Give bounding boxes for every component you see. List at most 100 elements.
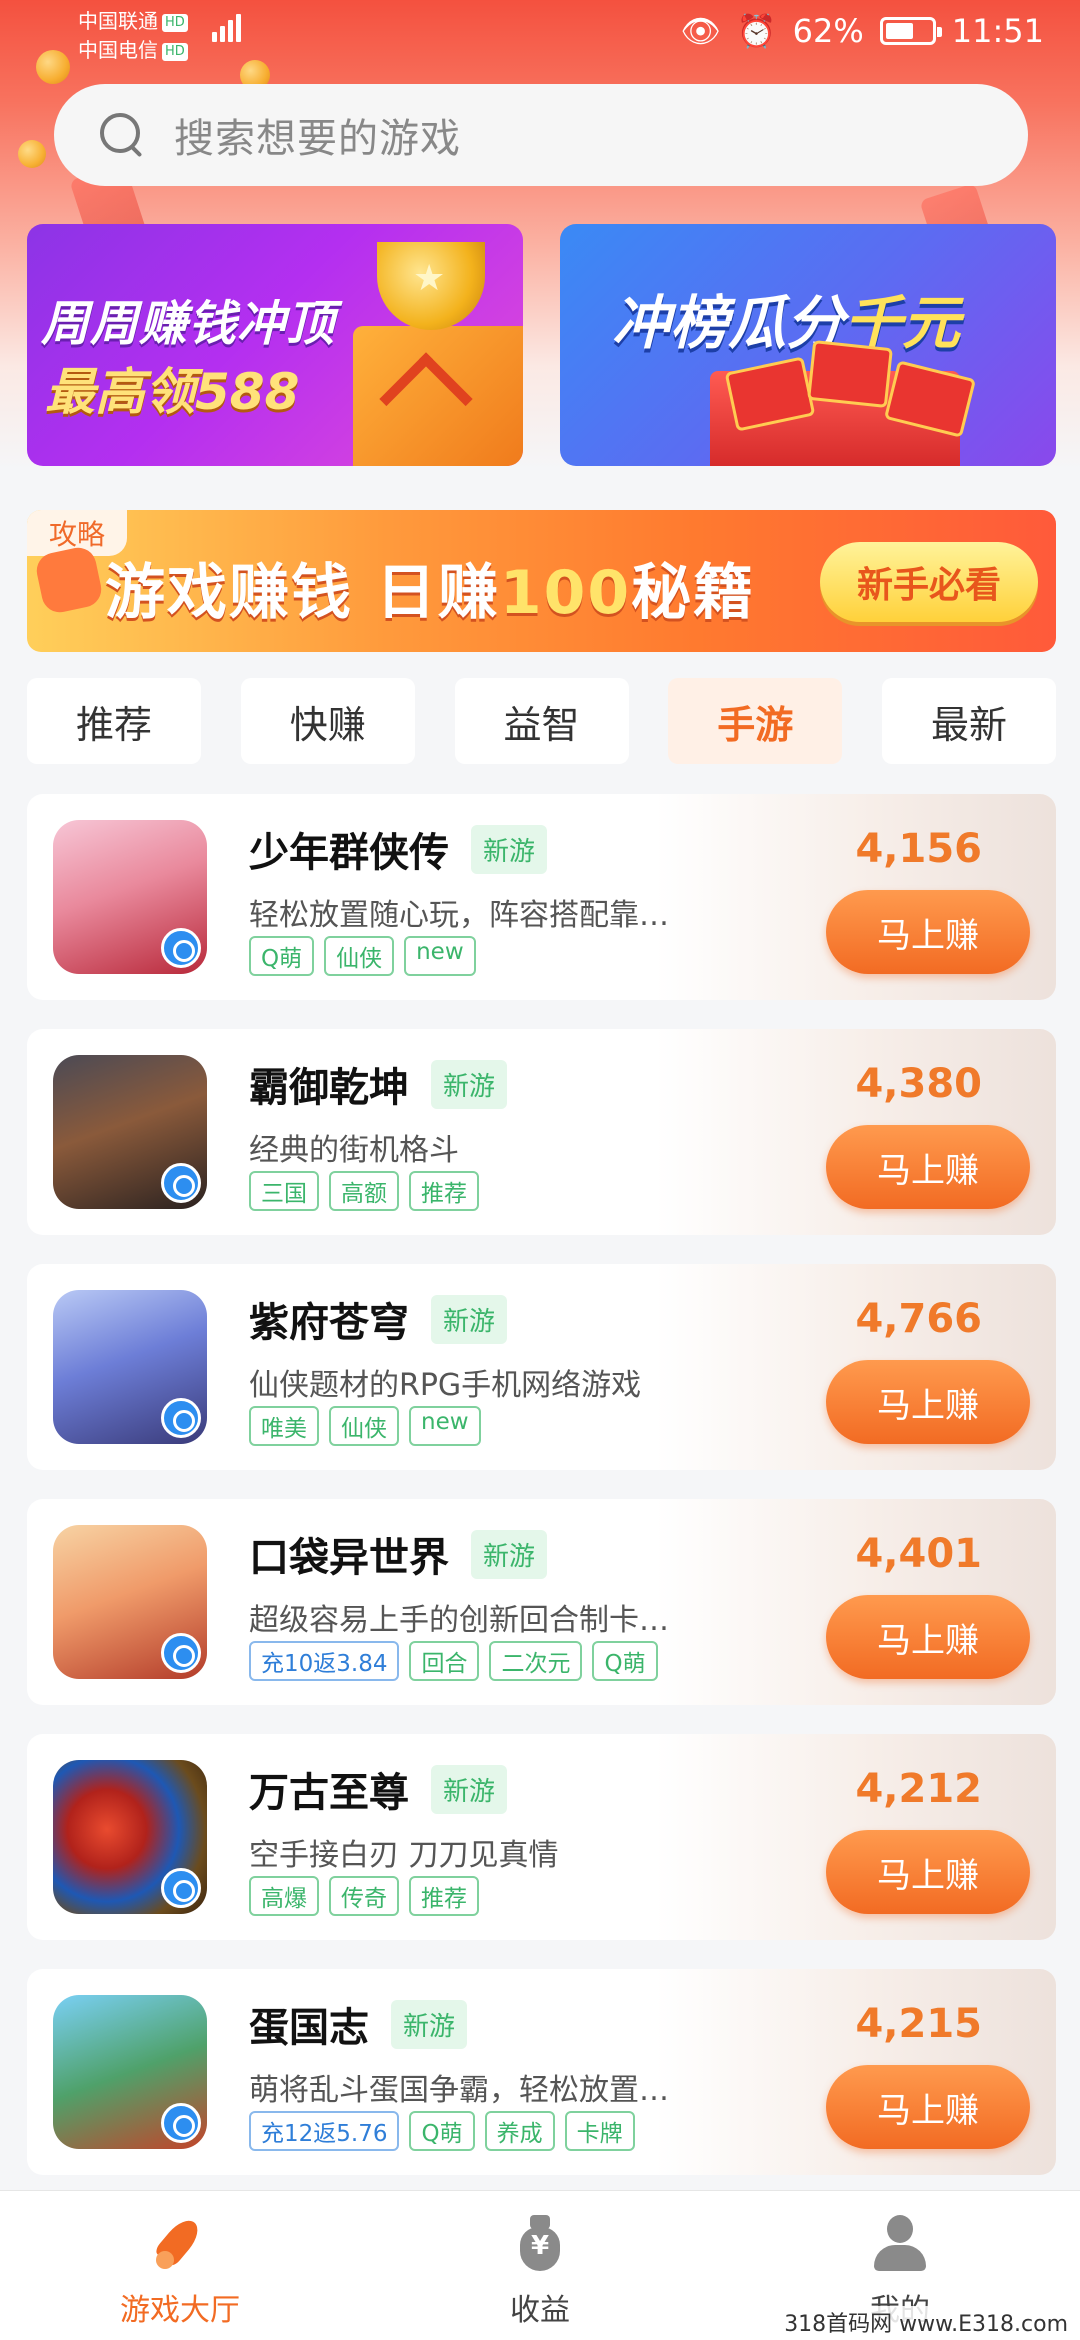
search-placeholder: 搜索想要的游戏 [174, 116, 461, 162]
battery-icon [879, 17, 942, 45]
game-tag: 推荐 [409, 1171, 479, 1211]
strategy-title: 游戏赚钱 日赚100秘籍 [105, 558, 756, 628]
battery-fill [885, 23, 914, 39]
game-tags: 充10返3.84 回合 二次元 Q萌 [249, 1641, 658, 1681]
leaderboard-banner[interactable]: 冲榜瓜分千元 [560, 224, 1056, 466]
game-icon[interactable] [53, 1290, 207, 1444]
clock: 11:51 [951, 12, 1044, 50]
banner-title: 冲榜瓜分千元 [612, 289, 961, 357]
category-tabs: 推荐 快赚 益智 手游 最新 [27, 678, 1056, 764]
game-tag: 高爆 [249, 1876, 319, 1916]
game-tags: 高爆 传奇 推荐 [249, 1876, 479, 1916]
new-game-badge: 新游 [471, 825, 548, 874]
game-name: 霸御乾坤 新游 [249, 1055, 508, 1113]
game-description: 轻松放置随心玩，阵容搭配靠… [249, 898, 669, 933]
money-bag-icon [510, 2213, 570, 2273]
platform-badge-icon [161, 928, 201, 968]
weekly-earn-banner[interactable]: 周周赚钱冲顶 最高领588 ★ [27, 224, 523, 466]
game-icon[interactable] [53, 1525, 207, 1679]
tab-2[interactable]: 益智 [454, 678, 629, 764]
nav-item-0[interactable]: 游戏大厅 [0, 2191, 360, 2340]
game-icon[interactable] [53, 1760, 207, 1914]
game-reward: 4,401 [855, 1531, 982, 1577]
game-card[interactable]: 少年群侠传 新游 轻松放置随心玩，阵容搭配靠… Q萌 仙侠 new 4,156 马上赚 [27, 794, 1056, 1000]
new-game-badge: 新游 [471, 1530, 548, 1579]
game-reward: 4,215 [855, 2001, 982, 2047]
earn-now-button[interactable]: 马上赚 [826, 1360, 1030, 1444]
game-name: 蛋国志 新游 [249, 1995, 468, 2053]
game-card[interactable]: 万古至尊 新游 空手接白刃 刀刀见真情 高爆 传奇 推荐 4,212 马上赚 [27, 1734, 1056, 1940]
gift-box-decoration [353, 326, 523, 466]
strategy-banner[interactable]: 攻略 游戏赚钱 日赚100秘籍 新手必看 [27, 510, 1056, 652]
earn-now-button[interactable]: 马上赚 [826, 1595, 1030, 1679]
tab-0[interactable]: 推荐 [27, 678, 201, 764]
coin-decoration [18, 140, 46, 168]
red-envelope-decoration [807, 339, 893, 409]
game-reward: 4,212 [855, 1766, 982, 1812]
alarm-icon: ⏰ [736, 12, 777, 50]
game-tag: 唯美 [249, 1406, 319, 1446]
game-description: 仙侠题材的RPG手机网络游戏 [249, 1368, 642, 1403]
game-reward: 4,766 [855, 1296, 982, 1342]
status-right: 👁 ⏰ 62% 11:51 [680, 12, 1044, 50]
platform-badge-icon [161, 2103, 201, 2143]
game-tag: 仙侠 [324, 936, 395, 976]
game-reward: 4,380 [855, 1061, 982, 1107]
person-icon [870, 2213, 930, 2273]
game-name: 万古至尊 新游 [249, 1760, 508, 1818]
tab-3[interactable]: 手游 [668, 678, 843, 764]
game-name: 少年群侠传 新游 [249, 820, 548, 878]
nav-item-1[interactable]: 收益 [360, 2191, 720, 2340]
game-tag: 推荐 [409, 1876, 479, 1916]
search-bar[interactable]: 搜索想要的游戏 [54, 84, 1028, 186]
game-tags: Q萌 仙侠 new [249, 936, 476, 976]
game-reward: 4,156 [855, 826, 982, 872]
new-game-badge: 新游 [431, 1060, 508, 1109]
game-tags: 三国 高额 推荐 [249, 1171, 479, 1211]
earn-now-button[interactable]: 马上赚 [826, 890, 1030, 974]
game-icon[interactable] [53, 1055, 207, 1209]
game-tag: 高额 [329, 1171, 399, 1211]
game-tag: 充10返3.84 [249, 1641, 400, 1681]
game-tag: 充12返5.76 [249, 2111, 400, 2151]
trophy-icon: ★ [377, 242, 485, 330]
game-name: 紫府苍穹 新游 [249, 1290, 508, 1348]
earn-now-button[interactable]: 马上赚 [826, 1125, 1030, 1209]
game-tags: 唯美 仙侠 new [249, 1406, 481, 1446]
platform-badge-icon [161, 1163, 201, 1203]
game-tag: 三国 [249, 1171, 319, 1211]
game-icon[interactable] [53, 820, 207, 974]
platform-badge-icon [161, 1398, 201, 1438]
game-list: 少年群侠传 新游 轻松放置随心玩，阵容搭配靠… Q萌 仙侠 new 4,156 马上赚… [27, 794, 1056, 2204]
game-icon[interactable] [53, 1995, 207, 2149]
eye-icon: 👁 [680, 12, 721, 50]
game-tag: 传奇 [329, 1876, 399, 1916]
game-description: 超级容易上手的创新回合制卡… [249, 1603, 669, 1638]
carrier-2: 中国电信 HD [78, 38, 188, 62]
battery-percent: 62% [792, 12, 864, 50]
game-description: 空手接白刃 刀刀见真情 [249, 1838, 559, 1873]
game-tag: new [409, 1406, 481, 1446]
signal-strength-icon [212, 14, 241, 42]
earn-now-button[interactable]: 马上赚 [826, 1830, 1030, 1914]
tab-4[interactable]: 最新 [882, 678, 1056, 764]
tab-1[interactable]: 快赚 [240, 678, 415, 764]
game-tag: 二次元 [489, 1641, 583, 1681]
game-tags: 充12返5.76 Q萌 养成 卡牌 [249, 2111, 635, 2151]
game-card[interactable]: 霸御乾坤 新游 经典的街机格斗 三国 高额 推荐 4,380 马上赚 [27, 1029, 1056, 1235]
watermark: 318首码网 www.E318.com [780, 2306, 1072, 2338]
game-card[interactable]: 口袋异世界 新游 超级容易上手的创新回合制卡… 充10返3.84 回合 二次元 Q萌 4… [27, 1499, 1056, 1705]
hd-badge: HD [162, 43, 188, 61]
game-description: 萌将乱斗蛋国争霸，轻松放置… [249, 2073, 669, 2108]
platform-badge-icon [161, 1868, 201, 1908]
game-tag: Q萌 [592, 1641, 658, 1681]
newbie-guide-button[interactable]: 新手必看 [820, 542, 1038, 622]
earn-now-button[interactable]: 马上赚 [826, 2065, 1030, 2149]
game-card[interactable]: 紫府苍穹 新游 仙侠题材的RPG手机网络游戏 唯美 仙侠 new 4,766 马上赚 [27, 1264, 1056, 1470]
game-tag: new [404, 936, 476, 976]
game-card[interactable]: 蛋国志 新游 萌将乱斗蛋国争霸，轻松放置… 充12返5.76 Q萌 养成 卡牌 4,21… [27, 1969, 1056, 2175]
game-tag: 回合 [409, 1641, 480, 1681]
rocket-icon [150, 2213, 210, 2273]
nav-label: 游戏大厅 [120, 2293, 240, 2328]
banner-line-2: 最高领588 [45, 363, 300, 421]
